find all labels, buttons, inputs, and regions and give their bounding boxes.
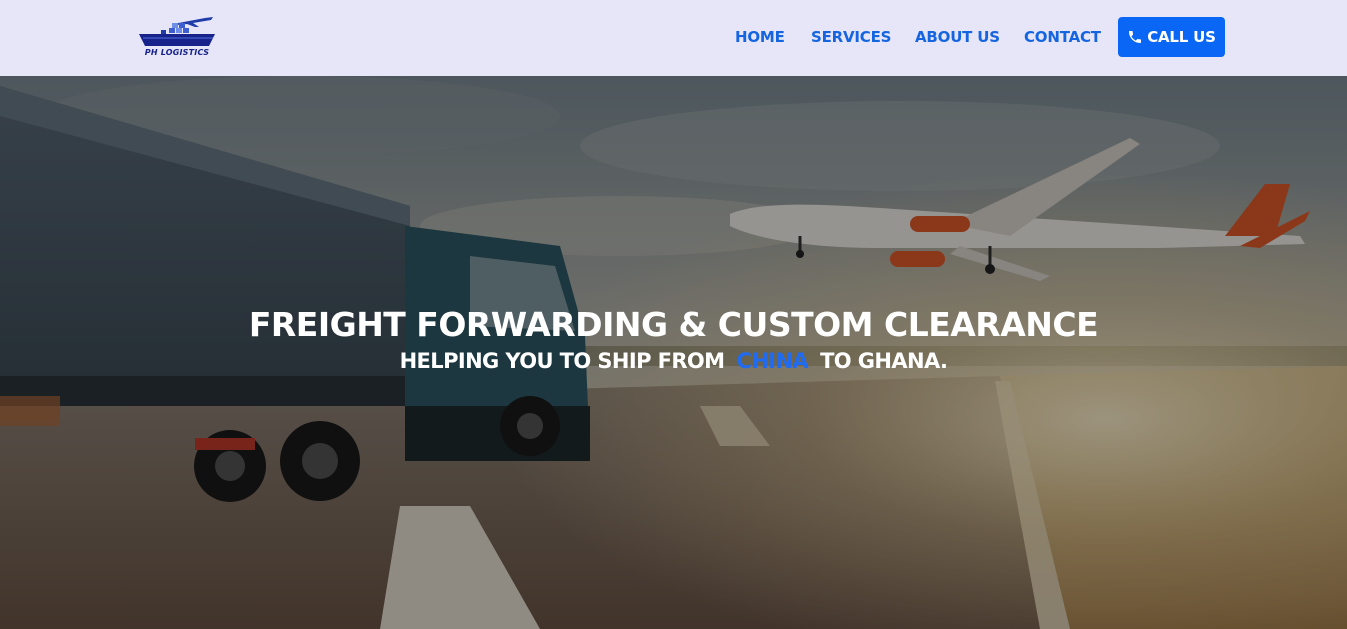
hero-section: FREIGHT FORWARDING & CUSTOM CLEARANCE HE… xyxy=(0,76,1347,629)
hero-title: FREIGHT FORWARDING & CUSTOM CLEARANCE xyxy=(248,305,1099,345)
nav-home[interactable]: HOME xyxy=(735,28,785,48)
hero-subtitle-highlight: CHINA xyxy=(736,349,809,373)
hero-subtitle-prefix: HELPING YOU TO SHIP FROM xyxy=(399,349,725,373)
phone-icon xyxy=(1129,31,1142,43)
nav-about-us[interactable]: ABOUT US xyxy=(915,28,1000,48)
call-us-button[interactable]: CALL US xyxy=(1118,17,1225,57)
nav-services[interactable]: SERVICES xyxy=(811,28,891,48)
hero-subtitle: HELPING YOU TO SHIP FROM CHINA TO GHANA. xyxy=(0,349,1347,373)
site-header: PH LOGISTICS HOME SERVICES ABOUT US CONT… xyxy=(0,0,1347,76)
call-us-label: CALL US xyxy=(1147,28,1216,46)
hero-subtitle-suffix: TO GHANA. xyxy=(820,349,948,373)
nav-contact[interactable]: CONTACT xyxy=(1024,28,1101,48)
